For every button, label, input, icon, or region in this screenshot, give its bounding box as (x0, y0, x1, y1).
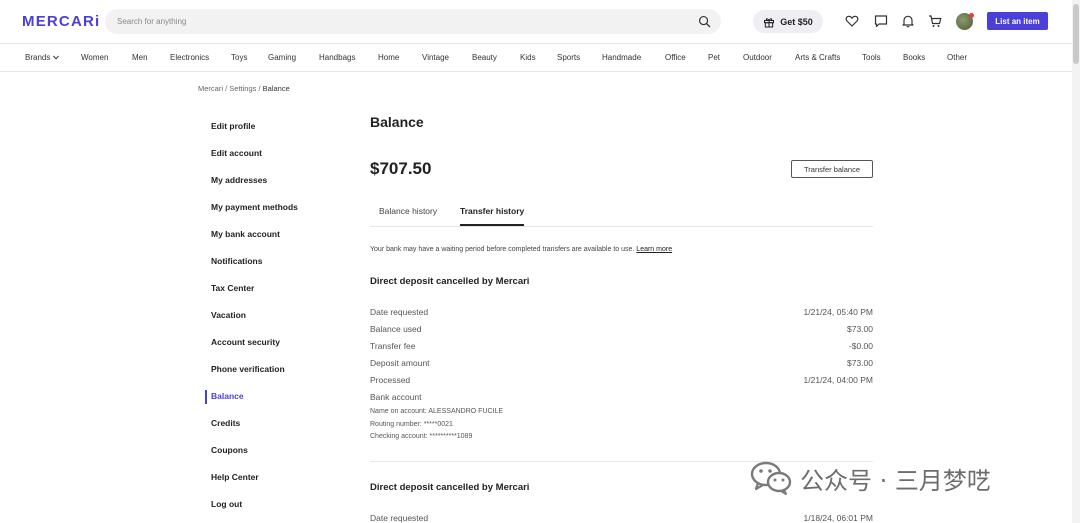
gift-icon (764, 17, 775, 27)
search-input[interactable] (117, 9, 677, 34)
sidebar-item-log-out[interactable]: Log out (211, 499, 242, 509)
notice-text: Your bank may have a waiting period befo… (370, 246, 635, 253)
sidebar-item-phone-verification[interactable]: Phone verification (211, 364, 285, 374)
category-arts-crafts[interactable]: Arts & Crafts (795, 53, 840, 62)
category-home[interactable]: Home (378, 53, 399, 62)
category-handmade[interactable]: Handmade (602, 53, 641, 62)
chevron-down-icon (52, 55, 59, 60)
category-kids[interactable]: Kids (520, 53, 536, 62)
bank-notice: Your bank may have a waiting period befo… (370, 246, 672, 253)
category-electronics[interactable]: Electronics (170, 53, 209, 62)
sidebar-item-account-security[interactable]: Account security (211, 337, 280, 347)
row-value-deposit-amount: $73.00 (847, 358, 873, 368)
category-tools[interactable]: Tools (862, 53, 881, 62)
row-label-date-requested: Date requested (370, 513, 429, 523)
watermark-text: 公众号 · 三月梦呓 (800, 466, 991, 495)
scrollbar-thumb[interactable] (1073, 4, 1079, 64)
row-value-date-requested: 1/18/24, 06:01 PM (803, 513, 873, 523)
get-50-button[interactable]: Get $50 (753, 10, 823, 33)
sidebar-item-help-center[interactable]: Help Center (211, 472, 259, 482)
balance-amount: $707.50 (370, 159, 432, 178)
row-value-processed: 1/21/24, 04:00 PM (803, 375, 873, 385)
category-other[interactable]: Other (947, 53, 967, 62)
cart-icon[interactable] (928, 14, 942, 28)
category-men[interactable]: Men (132, 53, 148, 62)
category-toys[interactable]: Toys (231, 53, 247, 62)
top-header: MERCARi Get $50 List an item (0, 0, 1080, 43)
row-label-balance-used: Balance used (370, 324, 422, 334)
row-value-balance-used: $73.00 (847, 324, 873, 334)
breadcrumb-mercari[interactable]: Mercari (198, 84, 223, 93)
category-vintage[interactable]: Vintage (422, 53, 449, 62)
list-item-button[interactable]: List an item (987, 12, 1048, 30)
sidebar-item-bank-account[interactable]: My bank account (211, 229, 280, 239)
breadcrumb: Mercari / Settings / Balance (198, 84, 290, 93)
chat-icon[interactable] (874, 14, 888, 28)
scrollbar[interactable] (1072, 0, 1080, 523)
watermark: 公众号 · 三月梦呓 (750, 460, 991, 496)
active-tab-indicator (460, 224, 524, 226)
sidebar-item-tax-center[interactable]: Tax Center (211, 283, 254, 293)
bank-account-name: Name on account: ALESSANDRO FUCILE (370, 408, 504, 415)
sidebar-item-vacation[interactable]: Vacation (211, 310, 246, 320)
sidebar-item-edit-account[interactable]: Edit account (211, 148, 262, 158)
row-value-transfer-fee: -$0.00 (848, 341, 873, 351)
category-brands[interactable]: Brands (25, 53, 59, 62)
category-gaming[interactable]: Gaming (268, 53, 296, 62)
category-label: Brands (25, 53, 51, 62)
row-label-date-requested: Date requested (370, 307, 429, 317)
notification-dot (969, 13, 974, 18)
bank-routing-number: Routing number: *****0021 (370, 421, 453, 428)
category-outdoor[interactable]: Outdoor (743, 53, 772, 62)
bell-icon[interactable] (901, 14, 915, 28)
wechat-icon (750, 461, 792, 495)
heart-icon[interactable] (845, 14, 859, 28)
category-beauty[interactable]: Beauty (472, 53, 497, 62)
tab-transfer-history[interactable]: Transfer history (460, 206, 524, 216)
sidebar-item-coupons[interactable]: Coupons (211, 445, 248, 455)
search-bar[interactable] (105, 9, 721, 34)
get-50-label: Get $50 (780, 16, 813, 27)
transfer-balance-button[interactable]: Transfer balance (791, 160, 873, 178)
transfer-title: Direct deposit cancelled by Mercari (370, 482, 530, 493)
category-sports[interactable]: Sports (557, 53, 580, 62)
sidebar-active-indicator (205, 390, 207, 404)
transfer-title: Direct deposit cancelled by Mercari (370, 276, 530, 287)
learn-more-link[interactable]: Learn more (636, 246, 672, 253)
row-value-date-requested: 1/21/24, 05:40 PM (803, 307, 873, 317)
page-title: Balance (370, 114, 424, 130)
sidebar-item-edit-profile[interactable]: Edit profile (211, 121, 255, 131)
row-label-processed: Processed (370, 375, 411, 385)
category-handbags[interactable]: Handbags (319, 53, 355, 62)
sidebar-item-notifications[interactable]: Notifications (211, 256, 262, 266)
category-pet[interactable]: Pet (708, 53, 720, 62)
sidebar-item-credits[interactable]: Credits (211, 418, 240, 428)
category-women[interactable]: Women (81, 53, 108, 62)
category-office[interactable]: Office (665, 53, 686, 62)
breadcrumb-settings[interactable]: Settings (229, 84, 256, 93)
tab-balance-history[interactable]: Balance history (379, 206, 437, 216)
sidebar-item-payment-methods[interactable]: My payment methods (211, 202, 298, 212)
row-label-deposit-amount: Deposit amount (370, 358, 430, 368)
sidebar-item-balance[interactable]: Balance (211, 391, 244, 401)
breadcrumb-current: Balance (262, 84, 290, 93)
row-label-transfer-fee: Transfer fee (370, 341, 416, 351)
search-icon[interactable] (698, 15, 711, 28)
bank-checking-account: Checking account: **********1089 (370, 433, 473, 440)
mercari-logo[interactable]: MERCARi (22, 13, 100, 30)
category-nav: Brands Women Men Electronics Toys Gaming… (0, 43, 1072, 72)
category-books[interactable]: Books (903, 53, 925, 62)
sidebar-item-my-addresses[interactable]: My addresses (211, 175, 267, 185)
tabs-divider (370, 226, 873, 227)
row-label-bank-account: Bank account (370, 392, 422, 402)
